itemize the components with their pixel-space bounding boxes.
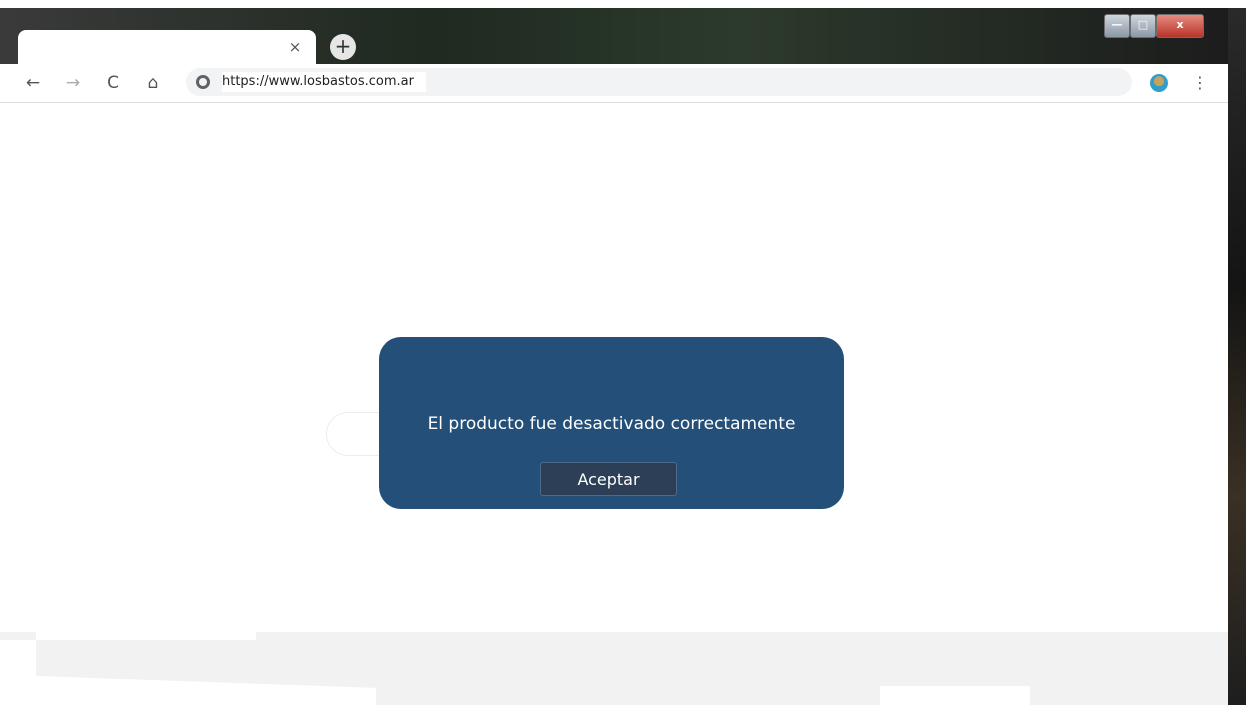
url-text[interactable]: https://www.losbastos.com.ar: [222, 72, 426, 92]
back-arrow-icon[interactable]: ←: [22, 72, 44, 94]
footer-cutout: [880, 686, 1030, 705]
plus-icon[interactable]: +: [330, 34, 356, 60]
minimize-button[interactable]: —: [1104, 14, 1130, 38]
profile-avatar-icon[interactable]: [1150, 74, 1168, 92]
screen-top-margin: [0, 0, 1246, 8]
reload-icon[interactable]: C: [102, 72, 124, 94]
browser-tab[interactable]: [18, 30, 316, 64]
home-icon[interactable]: ⌂: [142, 72, 164, 94]
footer-cutout: [36, 632, 256, 640]
footer-cutout: [0, 640, 36, 705]
accept-button[interactable]: Aceptar: [540, 462, 677, 496]
close-window-button[interactable]: x: [1156, 14, 1204, 38]
desktop-edge: [1228, 8, 1246, 705]
close-window-icon: x: [1176, 18, 1184, 31]
maximize-icon: □: [1137, 18, 1149, 31]
dialog-message: El producto fue desactivado correctament…: [427, 414, 796, 434]
globe-icon[interactable]: [196, 75, 210, 89]
menu-dots-icon[interactable]: ⋮: [1192, 72, 1208, 94]
minimize-icon: —: [1111, 18, 1123, 31]
maximize-button[interactable]: □: [1130, 14, 1156, 38]
confirmation-dialog: El producto fue desactivado correctament…: [379, 337, 844, 509]
close-icon[interactable]: ×: [286, 38, 304, 56]
forward-arrow-icon[interactable]: →: [62, 72, 84, 94]
